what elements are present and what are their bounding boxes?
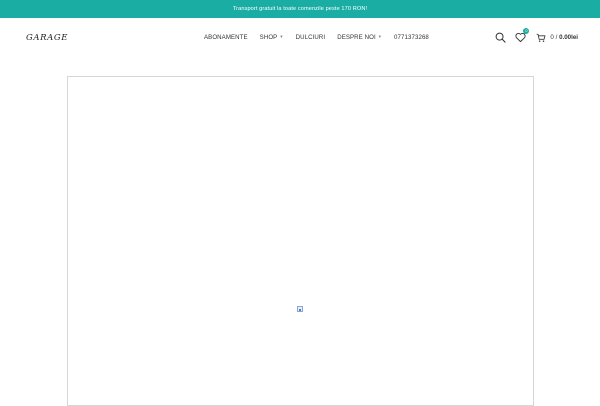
main-nav: ABONAMENTE SHOP ▼ DULCIURI DESPRE NOI ▼ … <box>204 34 429 41</box>
broken-image-icon <box>297 306 303 312</box>
header-icons: 0 0 / 0.00lei <box>495 28 578 43</box>
cart-icon <box>537 33 546 42</box>
cart-count: 0 <box>550 34 554 41</box>
site-logo[interactable]: GARAGE <box>26 33 68 43</box>
phone-number: 0771373268 <box>394 34 429 41</box>
wishlist-button[interactable]: 0 <box>515 28 530 43</box>
cart-total: 0.00lei <box>559 34 578 41</box>
chevron-down-icon: ▼ <box>279 34 284 40</box>
search-icon <box>496 32 507 43</box>
nav-item-abonamente[interactable]: ABONAMENTE <box>204 34 248 41</box>
wishlist-count-badge: 0 <box>523 28 530 34</box>
nav-item-dulciuri[interactable]: DULCIURI <box>296 34 326 41</box>
nav-item-phone[interactable]: 0771373268 <box>394 34 429 41</box>
announcement-text: Transport gratuit la toate comenzile pes… <box>232 6 368 12</box>
nav-item-shop[interactable]: SHOP ▼ <box>260 34 284 41</box>
announcement-bar: Transport gratuit la toate comenzile pes… <box>0 0 600 18</box>
cart-button[interactable]: 0 / 0.00lei <box>536 33 578 43</box>
nav-item-label: SHOP <box>259 34 278 41</box>
chevron-down-icon: ▼ <box>377 34 383 40</box>
nav-item-label: DULCIURI <box>295 34 326 41</box>
nav-item-label: DESPRE NOI <box>337 34 376 41</box>
cart-summary: 0 / 0.00lei <box>550 34 578 41</box>
site-header: GARAGE ABONAMENTE SHOP ▼ DULCIURI DESPRE… <box>0 18 600 58</box>
nav-item-label: ABONAMENTE <box>204 34 248 41</box>
nav-item-despre-noi[interactable]: DESPRE NOI ▼ <box>337 34 382 41</box>
search-button[interactable] <box>495 32 515 43</box>
cart-separator: / <box>555 34 558 41</box>
content-frame <box>67 76 534 406</box>
